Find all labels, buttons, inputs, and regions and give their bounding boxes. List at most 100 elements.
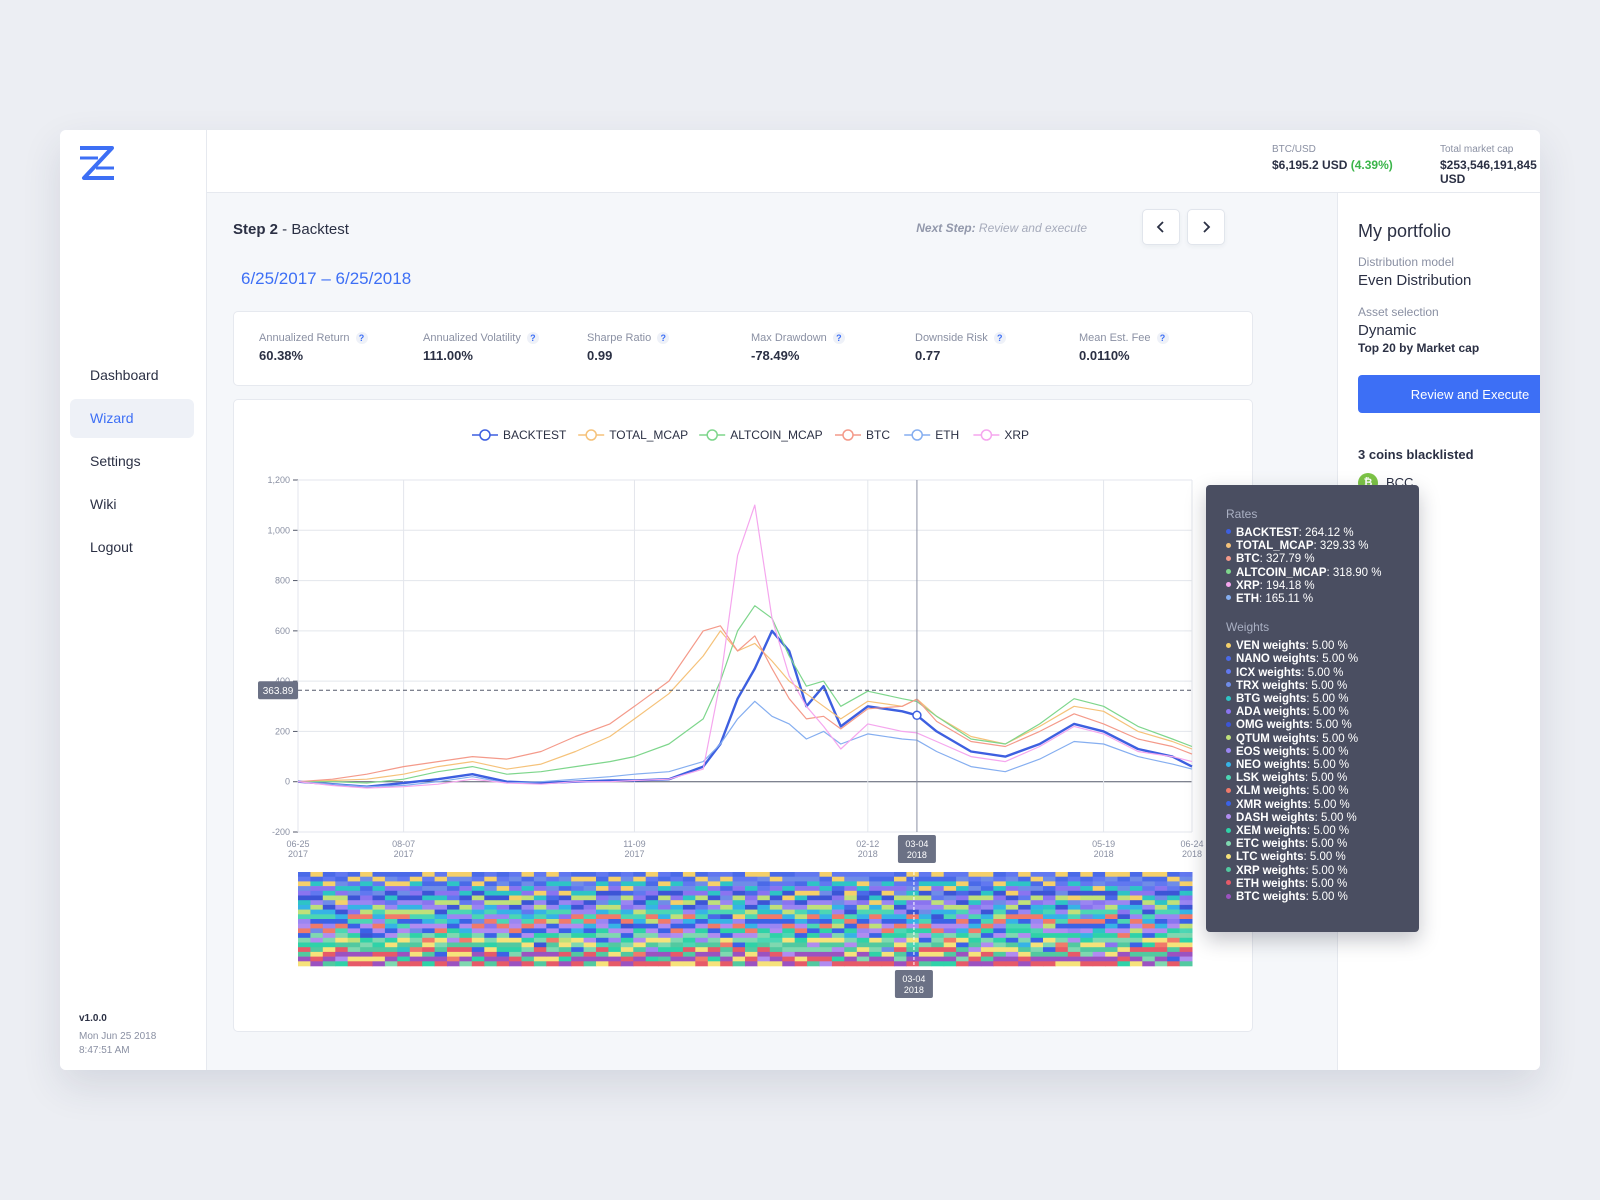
weights-heatmap-cell	[720, 923, 734, 929]
weights-heatmap-cell	[509, 942, 522, 948]
previous-step-button[interactable]	[1142, 209, 1180, 245]
weights-heatmap-cell	[869, 895, 883, 901]
sidebar-item-logout[interactable]: Logout	[70, 528, 194, 567]
weights-heatmap-cell	[782, 919, 796, 924]
backtest-line-chart[interactable]: BACKTEST TOTAL_MCAP ALTCOIN_MCAP BTC ETH XRP-…	[234, 400, 1254, 1033]
chevron-left-icon	[1156, 221, 1164, 233]
weights-heatmap-cell	[980, 951, 994, 957]
help-icon[interactable]: ?	[526, 332, 539, 344]
series-dot-icon	[1226, 814, 1231, 820]
metric-value: -78.49%	[751, 348, 800, 363]
review-and-execute-button[interactable]: Review and Execute	[1358, 375, 1540, 413]
weights-heatmap-cell	[422, 872, 436, 877]
help-icon[interactable]: ?	[832, 332, 845, 344]
weights-heatmap-cell	[1117, 904, 1131, 910]
weights-heatmap-cell	[769, 904, 783, 910]
help-icon[interactable]: ?	[993, 332, 1006, 344]
weights-heatmap-cell	[645, 904, 659, 910]
weights-heatmap-cell	[1018, 900, 1032, 906]
weights-heatmap-cell	[484, 890, 498, 896]
weights-heatmap-cell	[596, 928, 609, 934]
weights-heatmap-cell	[993, 933, 1007, 939]
next-step-button[interactable]	[1187, 209, 1225, 245]
weights-heatmap-cell	[1030, 886, 1044, 892]
weights-heatmap-cell	[484, 961, 498, 967]
weights-heatmap-cell	[844, 914, 858, 920]
weights-heatmap-cell	[906, 900, 920, 906]
weights-heatmap-cell	[1067, 872, 1081, 877]
weights-heatmap-cell	[1154, 919, 1168, 924]
sidebar-item-settings[interactable]: Settings	[70, 442, 194, 481]
weights-heatmap-cell	[794, 923, 808, 929]
weights-heatmap-cell	[769, 886, 783, 892]
weights-heatmap-cell	[1167, 900, 1181, 906]
tooltip-rate-value: : 194.18 %	[1259, 579, 1315, 592]
metric-label: Mean Est. Fee	[1079, 332, 1151, 344]
weights-heatmap-cell	[322, 937, 336, 943]
weights-heatmap-cell	[943, 956, 957, 962]
sidebar-item-wiki[interactable]: Wiki	[70, 485, 194, 524]
weights-heatmap-cell	[1179, 914, 1193, 920]
metric-max-drawdown: Max Drawdown? -78.49%	[751, 332, 845, 363]
weights-heatmap-cell	[471, 904, 485, 910]
weights-heatmap-cell	[558, 961, 572, 967]
weights-heatmap-cell	[322, 933, 336, 939]
tooltip-rate-row: BTC: 327.79 %	[1226, 553, 1399, 566]
weights-heatmap-cell	[546, 951, 560, 957]
weights-heatmap-cell	[310, 956, 324, 962]
weights-heatmap-cell	[546, 890, 560, 896]
weights-heatmap-cell	[943, 881, 957, 887]
weights-heatmap-cell	[918, 937, 932, 943]
series-dot-icon	[1226, 880, 1231, 886]
weights-heatmap-cell	[695, 919, 709, 924]
weights-heatmap-cell	[360, 923, 373, 929]
zipper-logo-icon[interactable]	[78, 146, 116, 180]
weights-heatmap-cell	[782, 872, 796, 877]
weights-heatmap-cell	[918, 872, 932, 877]
weights-heatmap-cell	[583, 890, 597, 896]
weights-heatmap-cell	[993, 947, 1007, 953]
weights-heatmap-cell	[533, 956, 547, 962]
series-dot-icon	[1226, 735, 1231, 741]
weights-heatmap-cell	[931, 956, 945, 962]
weights-heatmap-cell	[682, 900, 696, 906]
help-icon[interactable]: ?	[657, 332, 670, 344]
help-icon[interactable]: ?	[355, 332, 368, 344]
weights-heatmap-cell	[608, 923, 622, 929]
weights-heatmap-cell	[298, 900, 311, 906]
weights-heatmap-cell	[732, 937, 746, 943]
weights-heatmap-cell	[422, 961, 436, 967]
x-tick-year: 2017	[624, 849, 644, 859]
weights-heatmap-cell	[968, 961, 982, 967]
weights-heatmap-cell	[1154, 900, 1168, 906]
weights-heatmap-cell	[1080, 914, 1094, 920]
weights-heatmap-cell	[980, 876, 994, 882]
help-icon[interactable]: ?	[1156, 332, 1169, 344]
weights-heatmap-cell	[1043, 928, 1056, 934]
current-datetime: Mon Jun 25 2018 8:47:51 AM	[79, 1030, 156, 1058]
weights-heatmap-cell	[1092, 923, 1106, 929]
sidebar-item-wizard[interactable]: Wizard	[70, 399, 194, 438]
weights-heatmap-cell	[670, 942, 684, 948]
series-dot-icon	[1226, 761, 1231, 767]
metric-value: 0.0110%	[1079, 348, 1130, 363]
weights-heatmap-cell	[645, 951, 659, 957]
weights-heatmap-cell	[844, 895, 858, 901]
weights-heatmap-cell	[658, 876, 671, 882]
weights-heatmap-cell	[1105, 951, 1118, 957]
weights-heatmap-cell	[1055, 872, 1069, 877]
weights-heatmap-cell	[1080, 928, 1094, 934]
weights-heatmap-cell	[1129, 933, 1143, 939]
weights-heatmap-cell	[471, 928, 485, 934]
backtest-date-range[interactable]: 6/25/2017 – 6/25/2018	[241, 269, 411, 289]
weights-heatmap-cell	[571, 961, 585, 967]
weights-heatmap-cell	[943, 928, 957, 934]
weights-heatmap-cell	[620, 886, 634, 892]
weights-heatmap-cell	[571, 872, 585, 877]
weights-heatmap-cell	[1167, 928, 1181, 934]
weights-heatmap-cell	[335, 933, 349, 939]
weights-heatmap-cell	[720, 914, 734, 920]
weights-heatmap-cell	[869, 951, 883, 957]
weights-heatmap-cell	[1030, 914, 1044, 920]
sidebar-item-dashboard[interactable]: Dashboard	[70, 356, 194, 395]
